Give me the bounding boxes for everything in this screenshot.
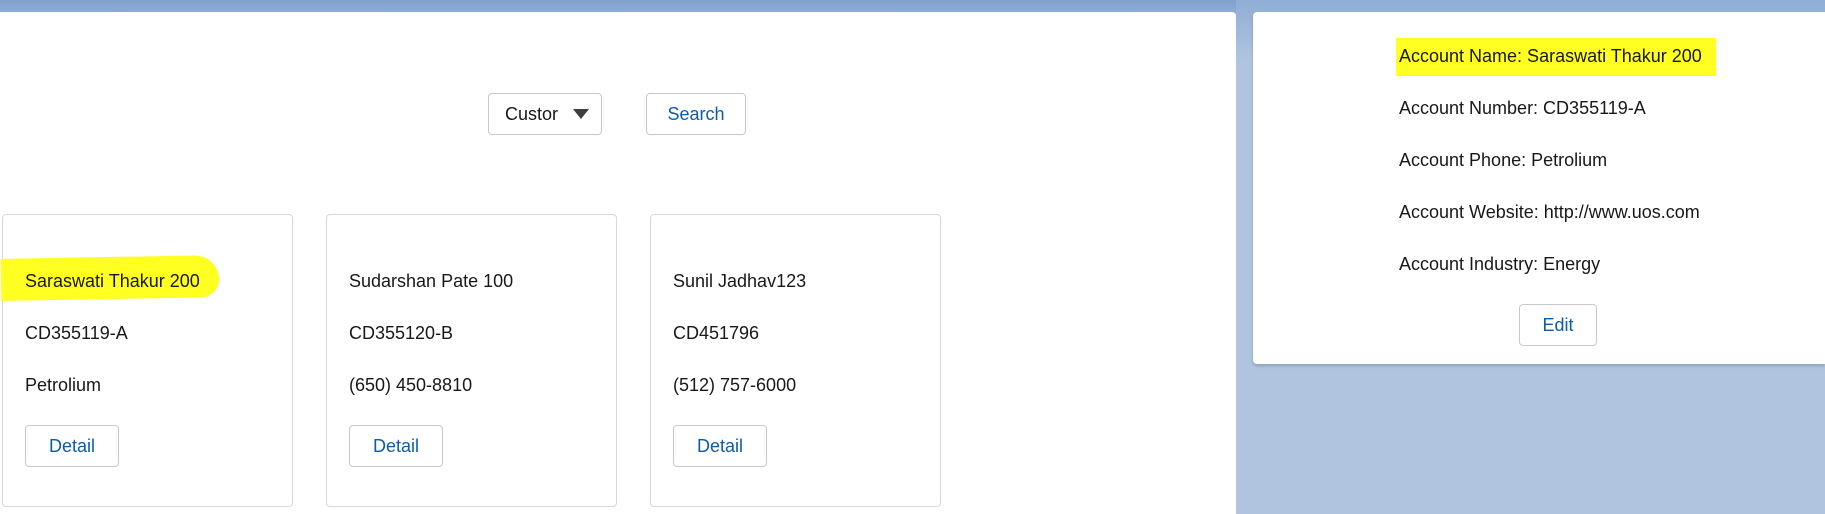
detail-button[interactable]: Detail bbox=[25, 425, 119, 467]
account-phone-field: Account Phone: Petrolium bbox=[1399, 150, 1608, 170]
account-detail-panel: Account Name: Saraswati Thakur 200 Accou… bbox=[1253, 12, 1825, 364]
detail-button[interactable]: Detail bbox=[349, 425, 443, 467]
search-type-select[interactable]: Custor bbox=[488, 93, 602, 135]
account-search-panel: Custor Search Saraswati Thakur 200 CD355… bbox=[0, 12, 1236, 514]
account-number-field: Account Number: CD355119-A bbox=[1399, 98, 1646, 118]
account-card: Saraswati Thakur 200 CD355119-A Petroliu… bbox=[0, 214, 293, 507]
search-type-select-value: Custor bbox=[505, 103, 559, 124]
search-button[interactable]: Search bbox=[646, 93, 746, 135]
account-card-name: Sunil Jadhav123 bbox=[673, 271, 807, 291]
account-website-field: Account Website: http://www.uos.com bbox=[1399, 202, 1700, 222]
account-card-phone: (512) 757-6000 bbox=[673, 375, 797, 395]
edit-button[interactable]: Edit bbox=[1519, 304, 1597, 346]
account-name-field: Account Name: Saraswati Thakur 200 bbox=[1399, 46, 1702, 66]
account-card-name: Sudarshan Pate 100 bbox=[349, 271, 514, 291]
account-card-name: Saraswati Thakur 200 bbox=[25, 271, 200, 291]
account-card: Sunil Jadhav123 CD451796 (512) 757-6000 … bbox=[650, 214, 941, 507]
account-card-phone: (650) 450-8810 bbox=[349, 375, 473, 395]
caret-down-icon bbox=[573, 109, 589, 119]
detail-button[interactable]: Detail bbox=[673, 425, 767, 467]
account-card-number: CD355119-A bbox=[25, 323, 128, 343]
account-card: Sudarshan Pate 100 CD355120-B (650) 450-… bbox=[326, 214, 617, 507]
search-bar: Custor Search bbox=[488, 93, 746, 135]
account-industry-field: Account Industry: Energy bbox=[1399, 254, 1601, 274]
account-card-number: CD451796 bbox=[673, 323, 760, 343]
account-card-number: CD355120-B bbox=[349, 323, 454, 343]
account-card-phone: Petrolium bbox=[25, 375, 102, 395]
